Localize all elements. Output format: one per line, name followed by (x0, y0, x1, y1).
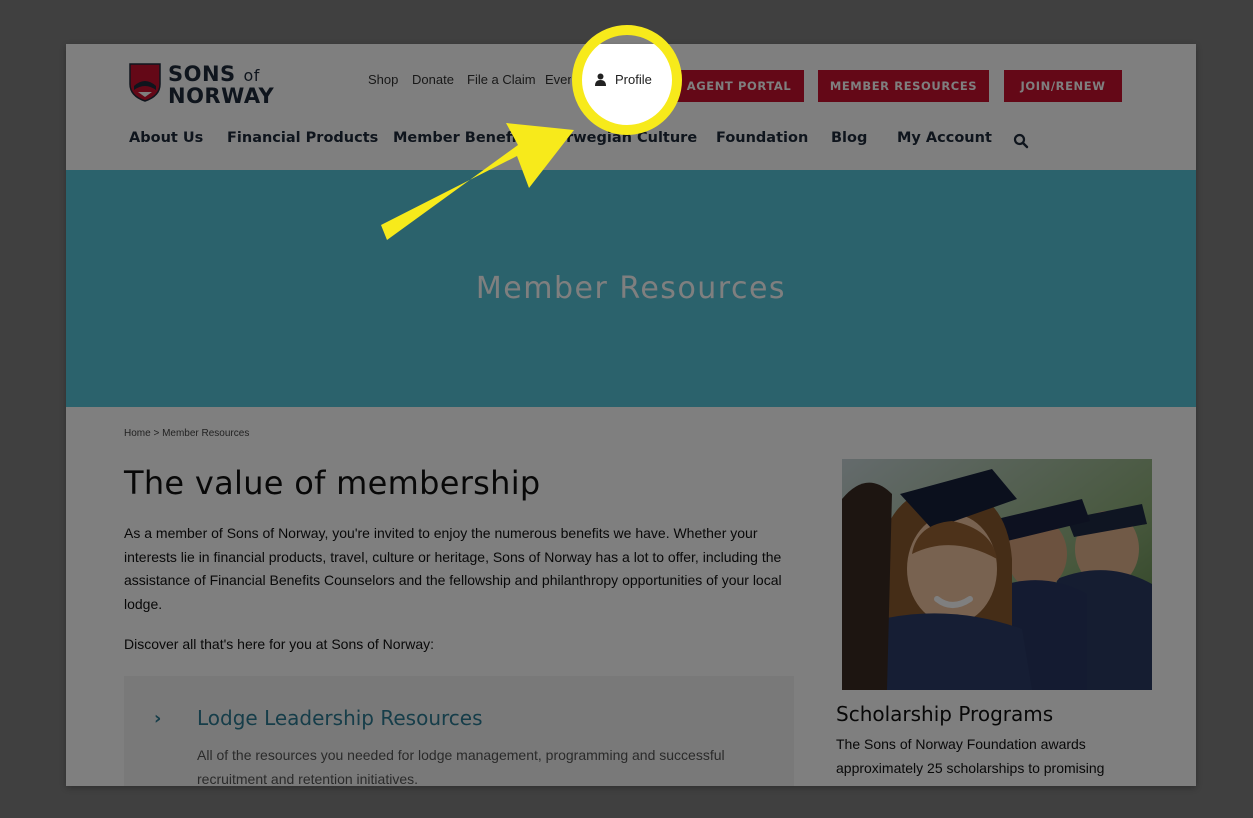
scholarship-description: The Sons of Norway Foundation awards app… (836, 736, 1105, 776)
shield-logo-icon (129, 63, 161, 102)
graduates-photo-illustration (842, 459, 1152, 690)
profile-label: Profile (615, 72, 652, 87)
nav-blog[interactable]: Blog (831, 130, 867, 146)
chevron-right-icon: › (154, 708, 162, 729)
logo-text-of: of (243, 66, 260, 85)
graduates-photo[interactable] (842, 459, 1152, 690)
shop-link[interactable]: Shop (368, 72, 398, 87)
site-header: SONS of NORWAY Shop Donate File a Claim … (66, 44, 1196, 170)
hero-title: Member Resources (475, 271, 787, 306)
nav-financial-products[interactable]: Financial Products (227, 130, 378, 146)
agent-portal-button[interactable]: AGENT PORTAL (674, 70, 804, 102)
card-description: All of the resources you needed for lodg… (197, 747, 725, 786)
breadcrumb[interactable]: Home > Member Resources (124, 428, 249, 439)
page-heading: The value of membership (124, 464, 541, 502)
lodge-leadership-card[interactable]: › Lodge Leadership Resources All of the … (124, 676, 794, 786)
hero-banner: Member Resources (66, 170, 1196, 407)
intro-paragraph: As a member of Sons of Norway, you're in… (124, 525, 782, 612)
card-title-link[interactable]: Lodge Leadership Resources (197, 706, 483, 730)
browser-page: SONS of NORWAY Shop Donate File a Claim … (66, 44, 1196, 786)
events-link[interactable]: Events (545, 72, 571, 87)
nav-foundation[interactable]: Foundation (716, 130, 808, 146)
nav-my-account[interactable]: My Account (897, 130, 992, 146)
person-icon (595, 73, 606, 86)
file-claim-link[interactable]: File a Claim (467, 72, 536, 87)
donate-link[interactable]: Donate (412, 72, 454, 87)
nav-about-us[interactable]: About Us (129, 130, 203, 146)
search-icon[interactable] (1013, 133, 1029, 149)
nav-member-benefits[interactable]: Member Benefits (393, 130, 532, 146)
nav-norwegian-culture[interactable]: Norwegian Culture (544, 130, 697, 146)
scholarship-title[interactable]: Scholarship Programs (836, 702, 1053, 726)
logo-text-norway: NORWAY (168, 84, 275, 108)
discover-text: Discover all that's here for you at Sons… (124, 636, 435, 652)
profile-link[interactable]: Profile (595, 72, 652, 87)
logo-text-sons: SONS (168, 62, 236, 86)
sons-of-norway-logo[interactable]: SONS of NORWAY (128, 60, 278, 108)
member-resources-button[interactable]: MEMBER RESOURCES (818, 70, 989, 102)
join-renew-button[interactable]: JOIN/RENEW (1004, 70, 1122, 102)
